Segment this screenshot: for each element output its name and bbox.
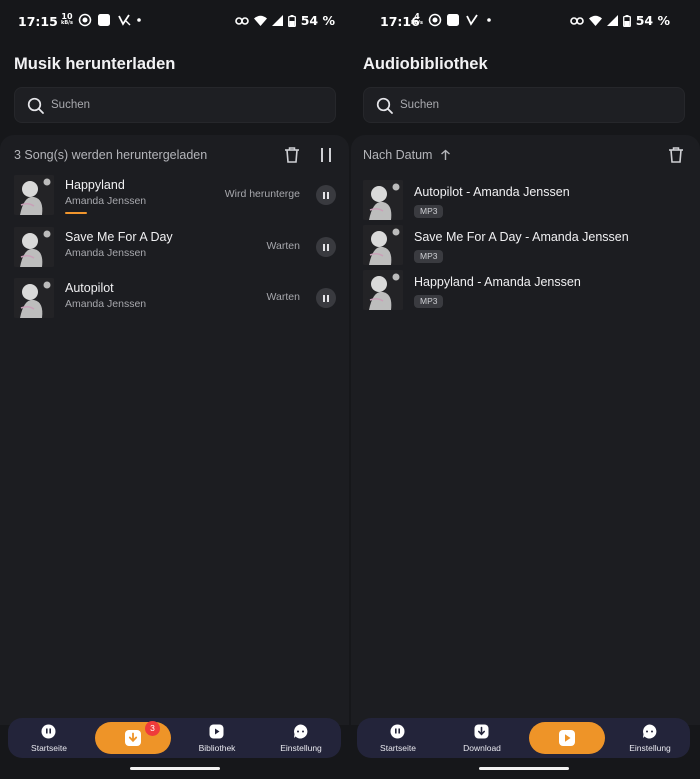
- download-screen: 17:15 10 kB/s 54 % Musik herunterladen S…: [0, 0, 349, 779]
- search-placeholder: Suchen: [51, 99, 91, 111]
- nav-library[interactable]: [529, 722, 605, 754]
- search-input[interactable]: Suchen: [14, 87, 336, 123]
- battery-percent: 54 %: [300, 13, 335, 28]
- play-icon: [209, 724, 224, 739]
- album-cover: [363, 270, 403, 310]
- bottom-navigation: Startseite Download Einstellung: [357, 718, 690, 758]
- song-artist: Amanda Jenssen: [65, 298, 147, 310]
- format-badge: MP3: [414, 205, 444, 218]
- pause-button[interactable]: [316, 237, 336, 257]
- song-artist: Amanda Jenssen: [65, 247, 147, 259]
- download-icon: [125, 730, 141, 746]
- trash-icon[interactable]: [667, 146, 685, 164]
- sort-label: Nach Datum: [363, 148, 433, 162]
- download-row[interactable]: Autopilot Amanda Jenssen Warten: [14, 278, 336, 320]
- download-row[interactable]: Save Me For A Day Amanda Jenssen Warten: [14, 227, 336, 269]
- format-badge: MP3: [414, 250, 444, 263]
- download-progress-bar: [65, 212, 87, 214]
- download-count-badge: 3: [145, 721, 160, 736]
- gesture-bar: [479, 767, 569, 770]
- search-icon: [376, 97, 393, 114]
- status-bar: 17:16 4 kB/s 54 %: [351, 0, 700, 44]
- track-title: Save Me For A Day - Amanda Jenssen: [414, 230, 629, 244]
- downloads-panel: 3 Song(s) werden heruntergeladen Happyla…: [0, 135, 349, 725]
- wifi-icon: [588, 15, 602, 26]
- format-badge: MP3: [414, 295, 444, 308]
- nav-download[interactable]: 3: [95, 721, 171, 754]
- library-item[interactable]: Save Me For A Day - Amanda Jenssen MP3: [363, 225, 685, 267]
- nav-home[interactable]: Startseite: [14, 718, 84, 758]
- more-notifications-icon: [137, 18, 141, 22]
- download-status: Warten: [266, 291, 300, 303]
- track-title: Autopilot - Amanda Jenssen: [414, 185, 570, 199]
- settings-icon: [643, 724, 657, 739]
- album-cover: [363, 180, 403, 220]
- link-icon: [234, 16, 249, 25]
- battery-icon: [622, 14, 631, 27]
- vibrate-icon: [466, 14, 478, 26]
- album-cover: [14, 278, 54, 318]
- search-icon: [27, 97, 44, 114]
- app-notification-icon: [447, 14, 459, 26]
- track-title: Happyland - Amanda Jenssen: [414, 275, 581, 289]
- download-icon: [474, 724, 489, 739]
- gesture-bar: [130, 767, 220, 770]
- pause-button[interactable]: [316, 288, 336, 308]
- nav-home[interactable]: Startseite: [363, 718, 433, 758]
- trash-icon[interactable]: [283, 146, 301, 164]
- page-title: Audiobibliothek: [363, 55, 488, 73]
- home-icon: [390, 724, 405, 739]
- vibrate-off-icon: [118, 14, 131, 26]
- search-placeholder: Suchen: [400, 99, 440, 111]
- status-bar: 17:15 10 kB/s 54 %: [0, 0, 349, 44]
- home-icon: [41, 724, 56, 739]
- status-right: 54 %: [234, 13, 335, 28]
- record-icon: [428, 13, 442, 27]
- more-notifications-icon: [487, 18, 491, 22]
- record-icon: [78, 13, 92, 27]
- sort-control[interactable]: Nach Datum: [363, 148, 451, 162]
- album-cover: [14, 175, 54, 215]
- download-status: Wird herunterge: [224, 188, 300, 200]
- arrow-up-icon: [441, 149, 451, 160]
- downloads-count-label: 3 Song(s) werden heruntergeladen: [14, 148, 208, 162]
- play-icon: [559, 730, 575, 746]
- page-title: Musik herunterladen: [14, 55, 176, 73]
- signal-icon: [271, 15, 283, 26]
- nav-download[interactable]: Download: [447, 718, 517, 758]
- status-time: 17:15: [18, 14, 58, 29]
- nav-settings[interactable]: Einstellung: [615, 718, 685, 758]
- status-right: 54 %: [569, 13, 670, 28]
- network-speed: 10 kB/s: [61, 12, 73, 27]
- battery-icon: [287, 14, 296, 27]
- pause-icon[interactable]: [318, 147, 334, 163]
- library-screen: 17:16 4 kB/s 54 % Audiobibliothek Suchen…: [351, 0, 700, 779]
- network-speed: 4 kB/s: [411, 12, 423, 27]
- app-notification-icon: [98, 14, 110, 26]
- nav-library[interactable]: Bibliothek: [182, 718, 252, 758]
- song-title: Save Me For A Day: [65, 230, 173, 244]
- pause-button[interactable]: [316, 185, 336, 205]
- signal-icon: [606, 15, 618, 26]
- song-title: Happyland: [65, 178, 125, 192]
- search-input[interactable]: Suchen: [363, 87, 685, 123]
- library-item[interactable]: Happyland - Amanda Jenssen MP3: [363, 270, 685, 312]
- battery-percent: 54 %: [635, 13, 670, 28]
- settings-icon: [294, 724, 308, 739]
- song-artist: Amanda Jenssen: [65, 195, 147, 207]
- library-panel: Nach Datum Autopilot - Amanda Jenssen MP…: [351, 135, 700, 725]
- nav-settings[interactable]: Einstellung: [266, 718, 336, 758]
- song-title: Autopilot: [65, 281, 114, 295]
- wifi-icon: [253, 15, 267, 26]
- library-item[interactable]: Autopilot - Amanda Jenssen MP3: [363, 180, 685, 222]
- bottom-navigation: Startseite 3 Bibliothek Einstellung: [8, 718, 341, 758]
- download-status: Warten: [266, 240, 300, 252]
- album-cover: [14, 227, 54, 267]
- download-row[interactable]: Happyland Amanda Jenssen Wird herunterge: [14, 175, 336, 217]
- album-cover: [363, 225, 403, 265]
- link-icon: [569, 16, 584, 25]
